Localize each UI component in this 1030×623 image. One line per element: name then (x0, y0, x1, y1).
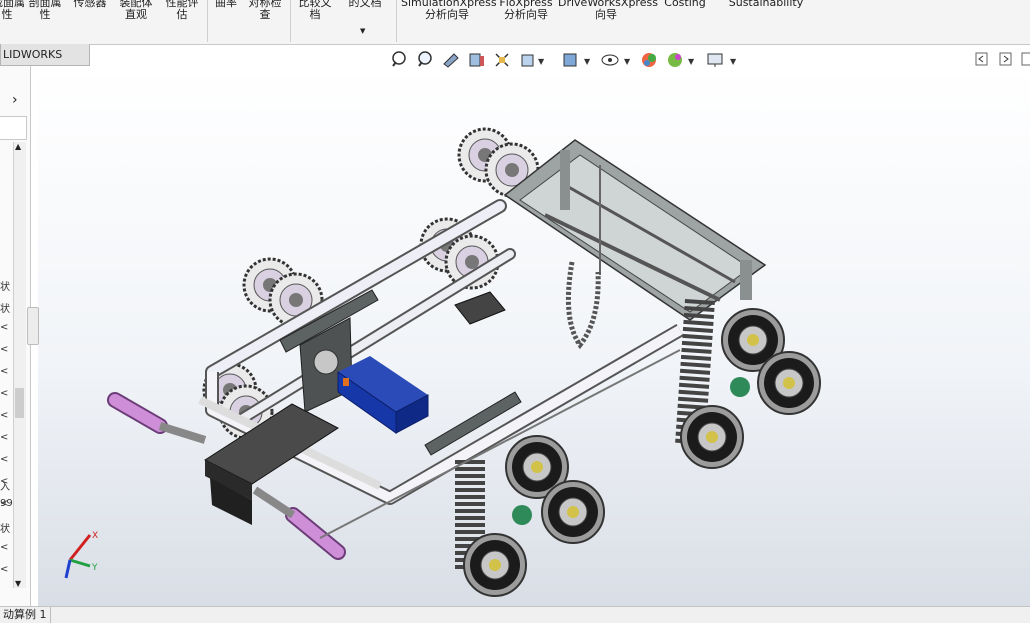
left-front-track (455, 435, 605, 597)
step-pad (454, 291, 506, 325)
status-bar: 动算例 1 (0, 606, 1030, 623)
left-handle (107, 392, 207, 444)
right-front-track (675, 298, 821, 469)
coordinate-triad: X Y (64, 531, 98, 579)
right-handle (252, 486, 346, 560)
battery-box (337, 356, 429, 434)
upper-frame (503, 139, 767, 321)
study-tab[interactable]: 动算例 1 (0, 607, 51, 623)
svg-text:X: X (92, 531, 98, 541)
drive-chain (565, 261, 601, 350)
robot-chassis-model[interactable]: X Y (0, 0, 1030, 622)
svg-text:Y: Y (91, 563, 98, 573)
